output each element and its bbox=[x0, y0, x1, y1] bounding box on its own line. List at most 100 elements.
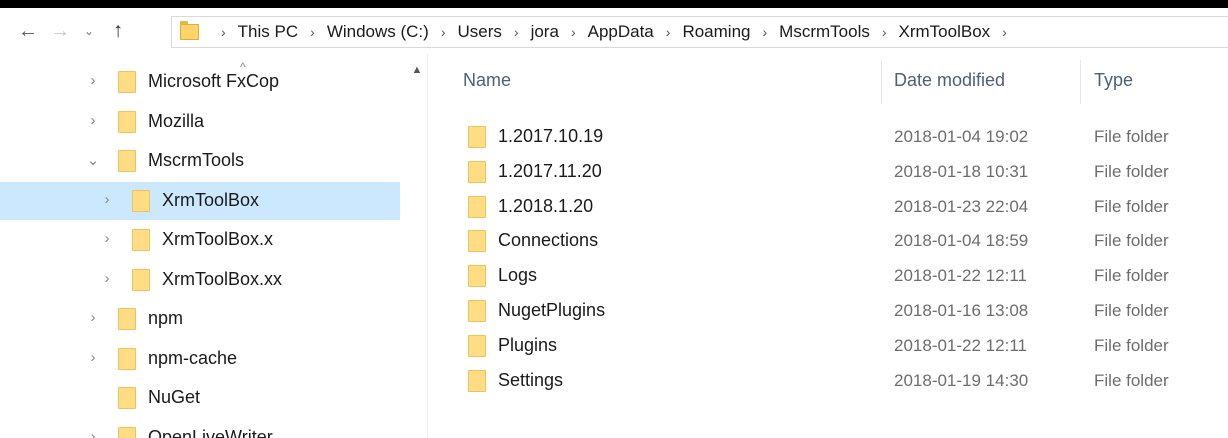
nav-tree-item[interactable]: › XrmToolBox bbox=[0, 181, 400, 220]
file-name: Settings bbox=[498, 369, 564, 390]
breadcrumb-item[interactable]: Windows (C:) bbox=[327, 22, 429, 42]
file-type: File folder bbox=[1094, 335, 1169, 355]
file-name: Connections bbox=[498, 230, 599, 251]
collapsed-chevron-icon[interactable]: › bbox=[86, 72, 100, 89]
folder-icon bbox=[468, 160, 486, 183]
file-date-modified: 2018-01-22 12:11 bbox=[894, 335, 1027, 355]
folder-icon bbox=[468, 126, 486, 148]
column-divider[interactable] bbox=[1080, 60, 1081, 104]
nav-tree-item-label: NuGet bbox=[148, 387, 201, 407]
up-arrow-icon[interactable]: ↑ bbox=[104, 16, 132, 46]
nav-tree-item[interactable]: › XrmToolBox.x bbox=[0, 221, 400, 259]
breadcrumb-item[interactable]: XrmToolBox bbox=[899, 22, 991, 42]
column-header-date-modified[interactable]: Date modified bbox=[894, 70, 1005, 91]
recent-locations-icon[interactable]: ⌄ bbox=[78, 16, 100, 46]
breadcrumb-chevron-icon[interactable]: › bbox=[221, 24, 226, 40]
nav-tree-item-label: XrmToolBox.x bbox=[162, 229, 274, 249]
file-row[interactable]: Plugins 2018-01-22 12:11 File folder bbox=[428, 328, 1228, 363]
folder-icon bbox=[118, 387, 136, 409]
breadcrumb-item[interactable]: Users bbox=[458, 22, 502, 42]
file-explorer-window: ← → ⌄ ↑ › This PC › Windows (C:) › Users › jora… bbox=[0, 8, 1228, 438]
column-header-name[interactable]: Name bbox=[463, 70, 511, 91]
nav-tree-item-label: npm-cache bbox=[148, 347, 238, 368]
nav-tree-item-label: Microsoft FxCop bbox=[148, 71, 280, 91]
breadcrumb-chevron-icon[interactable]: › bbox=[882, 24, 887, 40]
nav-tree-item-label: XrmToolBox bbox=[162, 189, 260, 210]
file-date-modified: 2018-01-23 22:04 bbox=[894, 196, 1029, 216]
nav-tree-item[interactable]: › npm-cache bbox=[0, 340, 400, 378]
collapsed-chevron-icon[interactable]: › bbox=[86, 349, 100, 366]
breadcrumb-chevron-icon[interactable]: › bbox=[666, 24, 671, 40]
file-row[interactable]: 1.2018.1.20 2018-01-23 22:04 File folder bbox=[428, 189, 1228, 224]
file-type: File folder bbox=[1094, 161, 1169, 181]
folder-icon bbox=[468, 265, 486, 288]
collapsed-chevron-icon[interactable]: › bbox=[86, 112, 100, 129]
folder-icon bbox=[132, 189, 150, 212]
nav-tree-item[interactable]: › XrmToolBox.xx bbox=[0, 261, 400, 299]
expanded-chevron-icon[interactable]: ⌄ bbox=[86, 151, 100, 169]
file-name: Plugins bbox=[498, 334, 558, 355]
column-header-type[interactable]: Type bbox=[1094, 70, 1133, 91]
file-date-modified: 2018-01-16 13:08 bbox=[894, 301, 1029, 320]
file-row[interactable]: Settings 2018-01-19 14:30 File folder bbox=[428, 363, 1228, 398]
breadcrumb-chevron-icon[interactable]: › bbox=[1002, 24, 1007, 40]
file-date-modified: 2018-01-18 10:31 bbox=[894, 161, 1029, 181]
breadcrumb-chevron-icon[interactable]: › bbox=[514, 24, 519, 40]
back-arrow-icon[interactable]: ← bbox=[14, 16, 42, 46]
column-headers: Name Date modified Type bbox=[428, 54, 1228, 106]
nav-tree-item-label: XrmToolBox.xx bbox=[162, 268, 283, 289]
navigation-pane[interactable]: ▲ › Microsoft FxCop › Mozilla ⌄ MscrmTools › Xr… bbox=[0, 54, 427, 438]
file-row[interactable]: 1.2017.10.19 2018-01-04 19:02 File folder bbox=[428, 119, 1228, 154]
nav-tree-item[interactable]: › Microsoft FxCop bbox=[0, 63, 400, 101]
breadcrumb-chevron-icon[interactable]: › bbox=[571, 24, 576, 40]
nav-tree-item[interactable]: NuGet bbox=[0, 379, 400, 417]
file-date-modified: 2018-01-04 19:02 bbox=[894, 127, 1029, 146]
file-row[interactable]: Connections 2018-01-04 18:59 File folder bbox=[428, 223, 1228, 258]
nav-tree-item-label: npm bbox=[148, 308, 184, 328]
breadcrumb-chevron-icon[interactable]: › bbox=[763, 24, 768, 40]
address-bar[interactable]: › This PC › Windows (C:) › Users › jora › AppData… bbox=[171, 16, 1228, 48]
file-type: File folder bbox=[1094, 370, 1169, 390]
sort-ascending-icon: ^ bbox=[240, 60, 246, 74]
column-divider[interactable] bbox=[881, 60, 882, 104]
file-row[interactable]: NugetPlugins 2018-01-16 13:08 File folder bbox=[428, 293, 1228, 328]
nav-tree-item[interactable]: › npm bbox=[0, 300, 400, 338]
collapsed-chevron-icon[interactable]: › bbox=[86, 428, 100, 438]
breadcrumb-chevron-icon[interactable]: › bbox=[441, 24, 446, 40]
breadcrumb-item[interactable]: MscrmTools bbox=[779, 22, 870, 42]
file-name: 1.2017.10.19 bbox=[498, 126, 604, 146]
nav-tree-item[interactable]: ⌄ MscrmTools bbox=[0, 142, 400, 180]
scroll-up-icon[interactable]: ▲ bbox=[410, 64, 424, 76]
file-row[interactable]: 1.2017.11.20 2018-01-18 10:31 File folder bbox=[428, 154, 1228, 189]
folder-icon bbox=[180, 21, 199, 40]
collapsed-chevron-icon[interactable]: › bbox=[86, 309, 100, 326]
forward-arrow-icon[interactable]: → bbox=[46, 16, 74, 46]
nav-tree-item-label: OpenLiveWriter bbox=[148, 426, 273, 438]
breadcrumb-item[interactable]: Roaming bbox=[682, 22, 750, 42]
file-type: File folder bbox=[1094, 127, 1169, 146]
nav-tree-item[interactable]: › Mozilla bbox=[0, 103, 400, 141]
breadcrumb-item[interactable]: This PC bbox=[238, 22, 298, 42]
folder-icon bbox=[132, 268, 150, 291]
breadcrumb-chevron-icon[interactable]: › bbox=[310, 24, 315, 40]
nav-tree-item-label: MscrmTools bbox=[148, 150, 245, 170]
folder-icon bbox=[118, 150, 136, 172]
navigation-toolbar: ← → ⌄ ↑ › This PC › Windows (C:) › Users › jora… bbox=[0, 8, 1228, 54]
collapsed-chevron-icon[interactable]: › bbox=[100, 270, 114, 287]
file-name: NugetPlugins bbox=[498, 300, 606, 320]
breadcrumb-item[interactable]: jora bbox=[531, 22, 559, 42]
nav-tree-item[interactable]: › OpenLiveWriter bbox=[0, 419, 400, 438]
file-date-modified: 2018-01-22 12:11 bbox=[894, 266, 1027, 286]
file-type: File folder bbox=[1094, 301, 1169, 320]
file-name: Logs bbox=[498, 265, 538, 286]
folder-icon bbox=[118, 71, 136, 93]
file-row[interactable]: Logs 2018-01-22 12:11 File folder bbox=[428, 258, 1228, 293]
folder-icon bbox=[468, 195, 486, 218]
file-name: 1.2018.1.20 bbox=[498, 195, 594, 216]
file-type: File folder bbox=[1094, 266, 1169, 286]
folder-icon bbox=[118, 347, 136, 370]
collapsed-chevron-icon[interactable]: › bbox=[100, 230, 114, 247]
folder-icon bbox=[468, 300, 486, 322]
breadcrumb-item[interactable]: AppData bbox=[588, 22, 654, 42]
collapsed-chevron-icon[interactable]: › bbox=[100, 191, 114, 208]
